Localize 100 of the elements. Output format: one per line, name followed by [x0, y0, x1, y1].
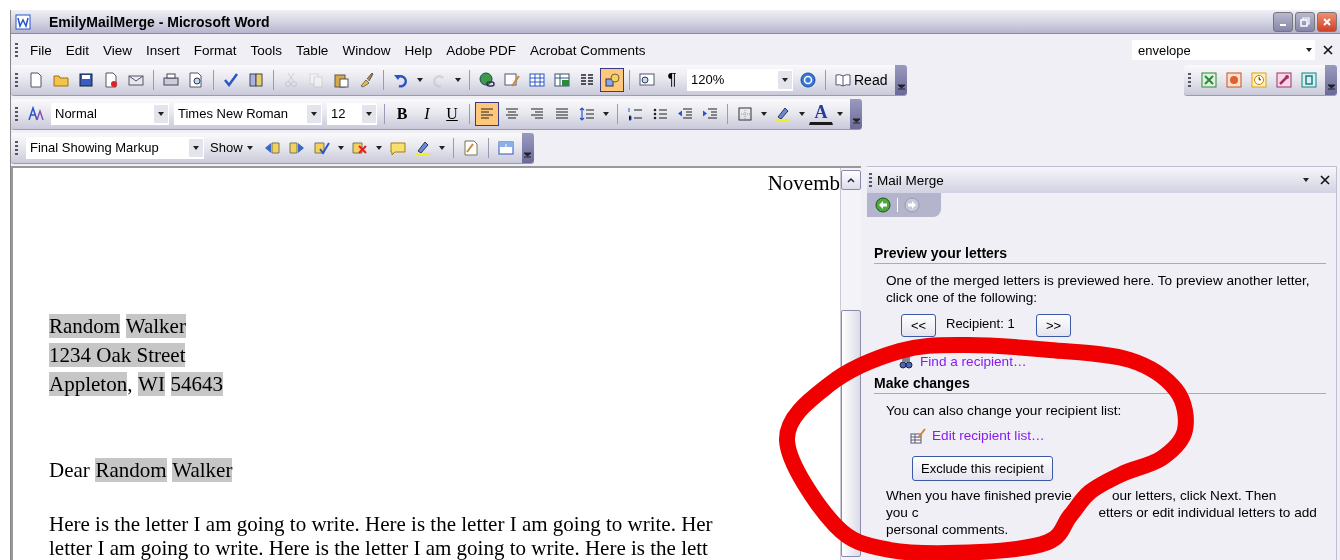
menu-item[interactable]: Edit	[58, 40, 97, 60]
dropdown-icon[interactable]	[1302, 176, 1310, 184]
display-markup-field[interactable]: Final Showing Markup	[26, 136, 204, 159]
toolbar-options-icon[interactable]	[523, 151, 533, 158]
minimize-button[interactable]	[1273, 11, 1293, 32]
justify-icon[interactable]	[554, 105, 570, 122]
next-change-icon[interactable]	[288, 139, 305, 156]
toolbar-options-icon[interactable]	[1326, 83, 1336, 90]
research-icon[interactable]	[248, 71, 264, 88]
caret-icon[interactable]	[157, 109, 165, 118]
draw-table-icon[interactable]	[504, 71, 520, 88]
reviewing-pane-icon[interactable]	[497, 139, 514, 156]
edit-list-icon[interactable]	[910, 427, 926, 444]
clock-icon[interactable]	[1251, 71, 1267, 88]
show-button[interactable]: Show	[207, 140, 259, 155]
menu-item[interactable]: View	[96, 40, 140, 60]
save-icon[interactable]	[78, 71, 94, 88]
caret-icon[interactable]	[437, 143, 446, 152]
key-icon[interactable]	[1276, 71, 1292, 88]
caret-icon[interactable]	[374, 143, 383, 152]
edit-recipient-list-link[interactable]: Edit recipient list…	[932, 428, 1045, 443]
align-center-icon[interactable]	[504, 105, 520, 122]
bold-button[interactable]: B	[390, 101, 414, 126]
caret-icon[interactable]	[760, 109, 768, 118]
caret-icon[interactable]	[602, 109, 610, 118]
numbering-icon[interactable]	[627, 105, 643, 122]
read-button[interactable]: Read	[831, 71, 892, 88]
permission-icon[interactable]	[103, 71, 119, 88]
print-preview-icon[interactable]	[188, 71, 204, 88]
align-right-icon[interactable]	[529, 105, 545, 122]
caret-icon[interactable]	[245, 143, 254, 152]
menu-item[interactable]: Format	[186, 40, 244, 60]
presentation-app-icon[interactable]	[1226, 71, 1242, 88]
highlight-icon[interactable]	[775, 105, 791, 122]
table-icon[interactable]	[529, 71, 545, 88]
increase-indent-icon[interactable]	[702, 105, 718, 122]
new-document-icon[interactable]	[28, 71, 44, 88]
find-recipient-link[interactable]: Find a recipient…	[920, 354, 1027, 369]
help-search-field[interactable]: envelope	[1132, 40, 1315, 60]
zoom-field[interactable]: 120%	[687, 68, 793, 91]
track-changes-icon[interactable]	[462, 139, 479, 156]
forward-icon[interactable]	[904, 197, 920, 213]
spreadsheet-app-icon[interactable]	[1201, 71, 1217, 88]
document-map-icon[interactable]	[639, 71, 655, 88]
italic-button[interactable]: I	[415, 101, 439, 126]
align-left-icon[interactable]	[479, 105, 495, 122]
menu-item[interactable]: Tools	[243, 40, 290, 60]
caret-icon[interactable]	[836, 109, 844, 118]
next-recipient-button[interactable]: >>	[1036, 314, 1071, 337]
caret-icon[interactable]	[1305, 46, 1313, 54]
menu-item[interactable]: Table	[289, 40, 336, 60]
publisher-app-icon[interactable]	[1301, 71, 1317, 88]
menu-item[interactable]: File	[23, 40, 59, 60]
caret-icon[interactable]	[798, 109, 806, 118]
hyperlink-icon[interactable]	[479, 71, 495, 88]
menu-item[interactable]: Adobe PDF	[439, 40, 523, 60]
spelling-icon[interactable]	[223, 71, 239, 88]
styles-icon[interactable]	[28, 105, 44, 122]
decrease-indent-icon[interactable]	[677, 105, 693, 122]
app-icon[interactable]	[15, 13, 31, 30]
font-color-button[interactable]: A	[809, 102, 833, 125]
caret-icon[interactable]	[365, 109, 373, 118]
printer-icon[interactable]	[163, 71, 179, 88]
menu-item[interactable]: Acrobat Comments	[522, 40, 653, 60]
restore-icon[interactable]	[1300, 16, 1310, 27]
back-icon[interactable]	[875, 197, 891, 213]
show-marks-button[interactable]: ¶	[660, 67, 684, 92]
shapes-icon[interactable]	[604, 71, 620, 88]
paste-icon[interactable]	[333, 71, 349, 88]
border-icon[interactable]	[737, 105, 753, 122]
caret-icon[interactable]	[192, 143, 200, 152]
restore-button[interactable]	[1295, 11, 1315, 32]
caret-icon[interactable]	[416, 75, 424, 84]
style-field[interactable]: Normal	[51, 102, 169, 125]
toolbar-options-icon[interactable]	[851, 117, 861, 124]
caret-icon[interactable]	[454, 75, 462, 84]
reject-change-icon[interactable]	[351, 139, 368, 156]
scroll-up-button[interactable]	[841, 170, 861, 190]
columns-icon[interactable]	[579, 71, 595, 88]
vertical-scrollbar[interactable]	[840, 168, 861, 560]
menu-item[interactable]: Insert	[139, 40, 187, 60]
previous-change-icon[interactable]	[263, 139, 280, 156]
caret-icon[interactable]	[781, 75, 789, 84]
previous-recipient-button[interactable]: <<	[901, 314, 936, 337]
highlight-icon[interactable]	[414, 139, 431, 156]
spreadsheet-icon[interactable]	[554, 71, 570, 88]
exclude-recipient-button[interactable]: Exclude this recipient	[912, 456, 1053, 481]
close-icon[interactable]	[1323, 45, 1333, 55]
toolbar-options-icon[interactable]	[896, 83, 906, 90]
menu-item[interactable]: Window	[335, 40, 398, 60]
caret-icon[interactable]	[310, 109, 318, 118]
format-painter-icon[interactable]	[358, 71, 374, 88]
accept-change-icon[interactable]	[313, 139, 330, 156]
font-field[interactable]: Times New Roman	[174, 102, 322, 125]
underline-button[interactable]: U	[440, 101, 464, 126]
help-icon[interactable]	[800, 71, 816, 88]
line-spacing-icon[interactable]	[579, 105, 595, 122]
caret-icon[interactable]	[336, 143, 345, 152]
menu-item[interactable]: Help	[397, 40, 440, 60]
close-button[interactable]	[1317, 11, 1337, 32]
